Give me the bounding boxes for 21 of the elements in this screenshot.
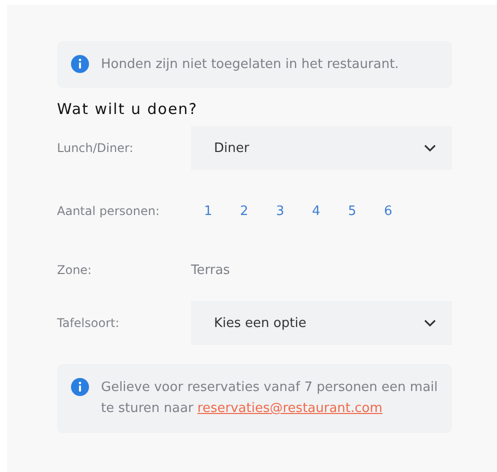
party-size-option[interactable]: 3 <box>276 204 312 218</box>
chevron-down-icon <box>424 144 436 152</box>
chevron-down-icon <box>424 319 436 327</box>
party-size-option[interactable]: 4 <box>312 204 348 218</box>
field-label: Lunch/Diner: <box>57 141 134 155</box>
dropdown-select[interactable]: Kies een optie <box>191 301 452 345</box>
notice-text: Honden zijn niet toegelaten in het restaurant. <box>101 56 399 74</box>
info-icon <box>71 55 89 73</box>
field-label: Aantal personen: <box>57 204 161 218</box>
dropdown-select[interactable]: Diner <box>191 126 452 170</box>
party-size-option[interactable]: 5 <box>348 204 384 218</box>
section-heading: Wat wilt u doen? <box>57 100 199 118</box>
party-size-option[interactable]: 2 <box>240 204 276 218</box>
notice-text: Gelieve voor reservaties vanaf 7 personen een mail te sturen naar reservaties@restaurant.com <box>101 379 438 418</box>
email-link[interactable]: reservaties@restaurant.com <box>197 401 382 416</box>
info-icon <box>71 378 89 396</box>
field-label: Tafelsoort: <box>57 316 120 330</box>
party-size-option[interactable]: 1 <box>204 204 240 218</box>
party-size-option[interactable]: 6 <box>384 204 420 218</box>
field-label: Zone: <box>57 263 93 277</box>
zone-value: Terras <box>191 262 230 278</box>
